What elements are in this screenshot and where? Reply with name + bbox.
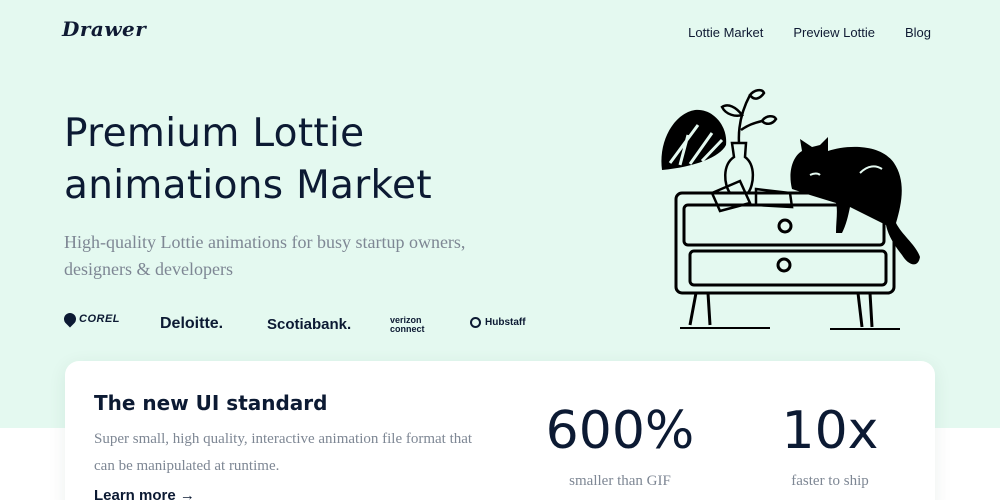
main-nav: Lottie Market Preview Lottie Blog — [688, 25, 931, 40]
hero-title-line-2: animations Market — [64, 163, 432, 208]
stat-size: 600% smaller than GIF — [535, 401, 705, 490]
drawer-logo[interactable]: Drawer — [62, 17, 146, 41]
hero-title: Premium Lottie animations Market — [64, 108, 534, 212]
corel-logo: COREL — [61, 310, 120, 328]
cat-on-dresser-illustration — [661, 88, 920, 330]
client-logos: COREL Deloitte. Scotiabank. verizon conn… — [61, 310, 544, 335]
card-description: Super small, high quality, interactive a… — [94, 431, 473, 474]
stat-label: faster to ship — [791, 473, 869, 489]
drawer-knob-bottom — [776, 257, 792, 273]
scotiabank-logo: Scotiabank. — [267, 316, 352, 333]
stat-speed: 10x faster to ship — [765, 401, 895, 490]
verizon-connect-logo: verizon connect — [390, 316, 425, 334]
verizon-logo-line-2: connect — [390, 324, 425, 334]
hero-title-line-1: Premium Lottie — [64, 111, 365, 156]
corel-logo-text: COREL — [79, 313, 120, 325]
nav-preview-lottie[interactable]: Preview Lottie — [793, 25, 875, 40]
dresser-drawer-top — [682, 203, 886, 247]
hero-subtitle: High-quality Lottie animations for busy … — [64, 232, 466, 279]
drawer-knob-top — [777, 218, 793, 234]
hubstaff-logo-text: Hubstaff — [485, 317, 526, 328]
hubstaff-icon — [470, 317, 481, 328]
stat-label: smaller than GIF — [569, 473, 671, 489]
corel-balloon-icon — [61, 310, 79, 328]
nav-lottie-market[interactable]: Lottie Market — [688, 25, 763, 40]
hubstaff-logo: Hubstaff — [470, 317, 526, 328]
deloitte-logo: Deloitte. — [160, 315, 224, 332]
learn-more-link[interactable]: Learn more → — [94, 487, 195, 500]
stat-value: 600% — [545, 401, 695, 461]
nav-blog[interactable]: Blog — [905, 25, 931, 40]
card-title: The new UI standard — [94, 391, 328, 415]
feature-card: The new UI standard Super small, high qu… — [65, 361, 935, 500]
stat-value: 10x — [781, 401, 879, 461]
